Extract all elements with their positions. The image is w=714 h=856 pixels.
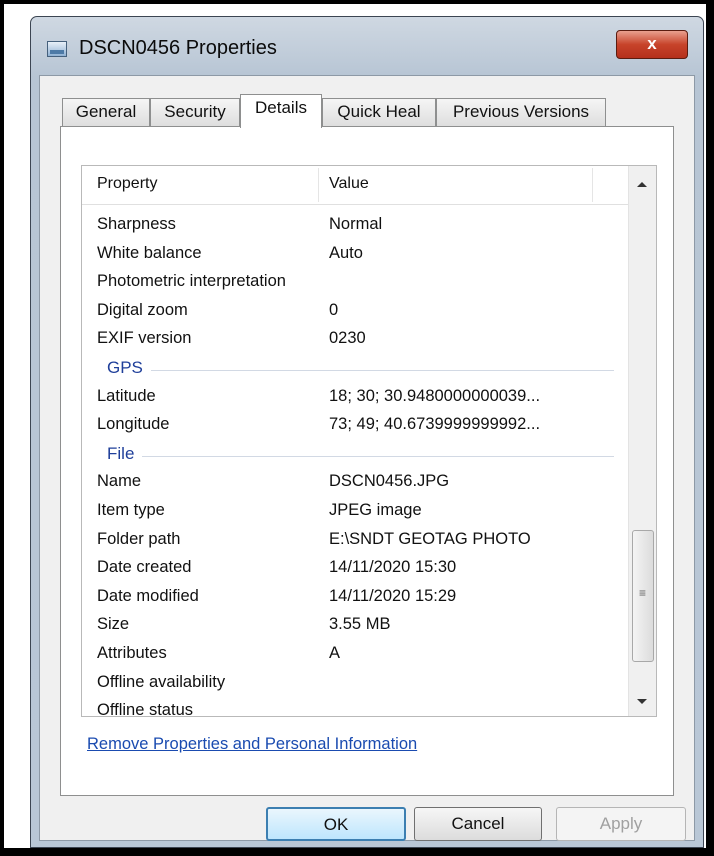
group-divider (107, 455, 614, 457)
cancel-button[interactable]: Cancel (414, 807, 542, 841)
list-item[interactable]: Size 3.55 MB (82, 611, 628, 639)
tab-general[interactable]: General (62, 98, 150, 126)
property-value: Auto (329, 243, 363, 262)
remove-properties-link[interactable]: Remove Properties and Personal Informati… (87, 735, 417, 754)
property-name: Name (97, 472, 142, 491)
group-header[interactable]: File (82, 440, 628, 468)
group-header[interactable]: GPS (82, 354, 628, 382)
ok-button[interactable]: OK (266, 807, 406, 841)
list-item[interactable]: Longitude 73; 49; 40.6739999999992... (82, 411, 628, 439)
property-name: Photometric interpretation (97, 272, 286, 291)
property-value: 18; 30; 30.9480000000039... (329, 386, 541, 405)
property-name: Item type (97, 501, 165, 519)
property-name: Folder path (97, 529, 181, 548)
property-value: E:\SNDT GEOTAG PHOTO (329, 529, 531, 548)
property-name: White balance (97, 243, 202, 262)
list-item[interactable]: Date created 14/11/2020 15:30 (82, 554, 628, 582)
property-name: Offline status (97, 701, 193, 717)
group-divider (107, 370, 614, 371)
scroll-down-arrow-icon[interactable] (637, 699, 647, 704)
property-name: Attributes (97, 644, 167, 662)
property-value: DSCN0456.JPG (329, 472, 450, 491)
property-name: Date created (97, 558, 192, 577)
list-item[interactable]: Offline status (82, 697, 628, 717)
property-name: Sharpness (97, 215, 176, 233)
property-value: 0 (329, 300, 339, 319)
property-value: 0230 (329, 329, 366, 348)
list-item[interactable]: Date modified 14/11/2020 15:29 (82, 583, 628, 611)
list-item[interactable]: Latitude 18; 30; 30.9480000000039... (82, 383, 628, 411)
tab-details[interactable]: Details (240, 94, 322, 128)
group-label: File (107, 443, 143, 464)
list-item[interactable]: Item type JPEG image (82, 497, 628, 525)
property-value: 73; 49; 40.6739999999992... (329, 415, 541, 434)
list-item[interactable]: Sharpness Normal (82, 211, 628, 239)
property-value: 3.55 MB (329, 615, 391, 634)
list-item[interactable]: Offline availability (82, 669, 628, 697)
property-value: A (329, 644, 341, 662)
property-name: Offline availability (97, 672, 226, 691)
property-name: Size (97, 615, 130, 634)
list-item[interactable]: Digital zoom 0 (82, 297, 628, 325)
window-title: DSCN0456 Properties (79, 37, 277, 59)
property-value: JPEG image (329, 501, 422, 519)
tab-security[interactable]: Security (150, 98, 240, 126)
close-button[interactable]: x (616, 30, 688, 59)
property-value: 14/11/2020 15:29 (329, 586, 457, 605)
property-value: 14/11/2020 15:30 (329, 558, 457, 577)
column-header-property[interactable]: Property (97, 175, 157, 193)
list-header: Property Value (82, 166, 628, 205)
property-name: Latitude (97, 386, 156, 405)
list-item[interactable]: White balance Auto (82, 240, 628, 268)
tab-quick-heal[interactable]: Quick Heal (322, 98, 436, 126)
list-item[interactable]: EXIF version 0230 (82, 325, 628, 353)
column-separator[interactable] (592, 168, 593, 202)
scroll-up-arrow-icon[interactable] (637, 182, 647, 187)
file-icon (47, 41, 67, 57)
property-name: Date modified (97, 586, 199, 605)
property-name: Digital zoom (97, 300, 188, 319)
tab-previous-versions[interactable]: Previous Versions (436, 98, 606, 126)
column-header-value[interactable]: Value (329, 175, 369, 193)
grip-icon: ≡ (639, 586, 647, 600)
scroll-thumb[interactable]: ≡ (632, 530, 654, 662)
group-label: GPS (107, 358, 151, 378)
list-item[interactable]: Folder path E:\SNDT GEOTAG PHOTO (82, 526, 628, 554)
property-name: EXIF version (97, 329, 192, 348)
dialog-client-area: General Security Details Quick Heal Prev… (39, 75, 695, 841)
list-item[interactable]: Name DSCN0456.JPG (82, 468, 628, 496)
vertical-scrollbar[interactable]: ≡ (628, 166, 656, 716)
property-name: Longitude (97, 415, 170, 434)
property-value: Normal (329, 215, 383, 233)
column-separator[interactable] (318, 168, 319, 202)
list-item[interactable]: Attributes A (82, 640, 628, 668)
apply-button[interactable]: Apply (556, 807, 686, 841)
details-panel: Property Value Sharpness Normal White bala… (60, 126, 674, 796)
title-bar[interactable]: DSCN0456 Properties x (31, 17, 703, 77)
list-item[interactable]: Photometric interpretation (82, 268, 628, 296)
properties-dialog: DSCN0456 Properties x General Security D… (30, 16, 704, 848)
details-list[interactable]: Property Value Sharpness Normal White bala… (81, 165, 657, 717)
